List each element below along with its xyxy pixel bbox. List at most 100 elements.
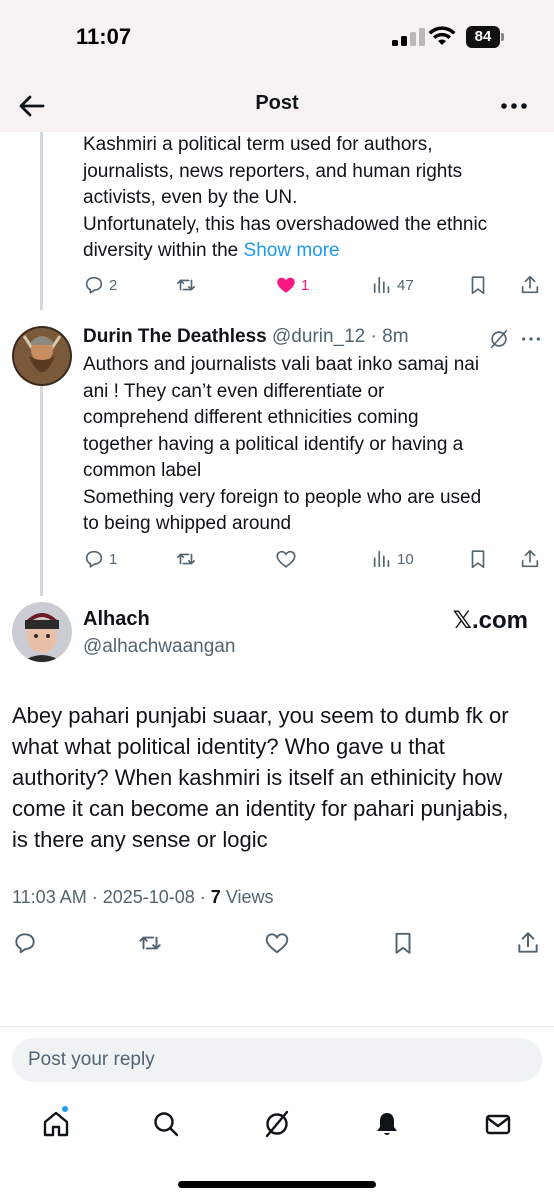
text-line: activists, even by the UN.: [83, 187, 298, 208]
reply-button[interactable]: 2: [83, 270, 117, 300]
reply-icon: [15, 933, 35, 954]
wifi-icon: [428, 26, 456, 45]
author-handle[interactable]: @alhachwaangan: [83, 636, 235, 658]
text-line: Authors and journalists vali baat inko s…: [83, 354, 480, 375]
author-name[interactable]: Durin The Deathless: [83, 326, 267, 347]
home-indicator: [178, 1181, 376, 1188]
author-handle[interactable]: @durin_12: [272, 326, 365, 347]
tab-home[interactable]: [41, 1109, 71, 1139]
main-tweet-actions: [0, 928, 554, 960]
more-options-icon[interactable]: [500, 94, 528, 118]
thread-line: [40, 368, 43, 596]
share-icon: [518, 932, 538, 953]
tab-notifications[interactable]: [372, 1109, 402, 1139]
text-line: Abey pahari punjabi suaar, you seem to d…: [12, 703, 509, 728]
bookmark-button[interactable]: [467, 270, 489, 300]
reply-icon: [85, 550, 103, 568]
divider: [0, 1026, 554, 1027]
cellular-signal-icon: [392, 28, 425, 46]
text-line: Unfortunately, this has overshadowed the…: [83, 213, 488, 235]
share-button[interactable]: [515, 928, 541, 958]
text-line: what what political identity? Who gave u…: [12, 734, 445, 759]
thread-line: [40, 132, 43, 310]
text-line: to being whipped around: [83, 513, 292, 534]
text-line: Kashmiri a political term used for autho…: [83, 134, 433, 155]
views-label: Views: [220, 887, 274, 907]
unread-dot: [61, 1105, 69, 1113]
bookmark-icon: [471, 276, 485, 295]
reply-count: 1: [109, 550, 118, 568]
views-count: 47: [397, 276, 414, 294]
text-line: is there any sense or logic: [12, 827, 268, 852]
reply-input[interactable]: Post your reply: [12, 1038, 542, 1082]
avatar[interactable]: [12, 602, 72, 662]
grok-icon[interactable]: [488, 328, 510, 350]
show-more-link[interactable]: Show more: [244, 240, 340, 261]
bookmark-icon: [395, 932, 411, 954]
repost-icon: [176, 553, 196, 565]
text-fragment: diversity within the: [83, 240, 244, 261]
text-line: comprehend different ethnicities coming: [83, 407, 419, 428]
like-count: 1: [301, 276, 310, 294]
author-name[interactable]: Alhach: [83, 608, 150, 631]
messages-icon: [485, 1114, 511, 1135]
bookmark-button[interactable]: [467, 544, 489, 574]
avatar[interactable]: [12, 326, 72, 386]
status-bar: 11:07 84: [0, 0, 554, 78]
post-timestamp: 11:03 AM · 2025-10-08 ·: [12, 887, 211, 907]
reply-icon: [85, 276, 103, 294]
analytics-icon: [373, 276, 390, 294]
text-line: common label: [83, 460, 202, 481]
text-line: come it can become an identity for pahar…: [12, 796, 509, 821]
like-button[interactable]: [275, 544, 297, 574]
page-title: Post: [255, 92, 299, 114]
like-button[interactable]: 1: [275, 270, 309, 300]
views-button[interactable]: 47: [371, 270, 414, 300]
post-time: 8m: [382, 326, 409, 347]
reply-tweet-text: Authors and journalists vali baat inko s…: [83, 352, 543, 538]
battery-level: 84: [466, 26, 500, 48]
text-line: journalists, news reporters, and human r…: [83, 160, 463, 182]
reply-button[interactable]: 1: [83, 544, 117, 574]
reply-tweet-actions: 1 10: [83, 544, 543, 574]
header: Post: [0, 78, 554, 132]
share-icon: [521, 275, 539, 294]
views-button[interactable]: 10: [371, 544, 414, 574]
reply-button[interactable]: [12, 928, 38, 958]
analytics-icon: [373, 550, 390, 568]
heart-filled-icon: [277, 277, 295, 293]
share-button[interactable]: [519, 270, 541, 300]
x-watermark: 𝕏.com: [452, 607, 528, 634]
status-time: 11:07: [76, 24, 132, 49]
like-button[interactable]: [264, 928, 290, 958]
bookmark-button[interactable]: [390, 928, 416, 958]
repost-button[interactable]: [175, 270, 197, 300]
text-line: diversity within the Show more: [83, 238, 543, 265]
grok-icon: [265, 1110, 289, 1138]
views-count: 7: [210, 887, 221, 907]
tab-grok[interactable]: [262, 1109, 292, 1139]
heart-icon: [276, 550, 296, 568]
repost-icon: [176, 279, 196, 291]
share-icon: [521, 549, 539, 568]
repost-icon: [139, 936, 161, 950]
notifications-icon: [377, 1113, 397, 1135]
tab-search[interactable]: [151, 1109, 181, 1139]
separator: ·: [365, 326, 383, 347]
text-line: authority? When kashmiri is itself an et…: [12, 765, 503, 790]
heart-icon: [265, 933, 289, 954]
reply-author-line: Durin The Deathless @durin_12 · 8m: [83, 326, 409, 348]
battery-icon: 84: [466, 26, 504, 48]
home-icon: [43, 1111, 69, 1137]
tab-messages[interactable]: [483, 1109, 513, 1139]
share-button[interactable]: [519, 544, 541, 574]
repost-button[interactable]: [137, 928, 163, 958]
more-options-icon[interactable]: [520, 328, 542, 350]
repost-button[interactable]: [175, 544, 197, 574]
reply-count: 2: [109, 276, 118, 294]
text-line: together having a political identify or …: [83, 433, 464, 455]
parent-tweet-actions: 2 1 47: [83, 270, 543, 300]
bookmark-icon: [471, 550, 485, 569]
text-line: Something very foreign to people who are…: [83, 486, 482, 508]
text-line: ani ! They can’t even differentiate or: [83, 380, 385, 402]
